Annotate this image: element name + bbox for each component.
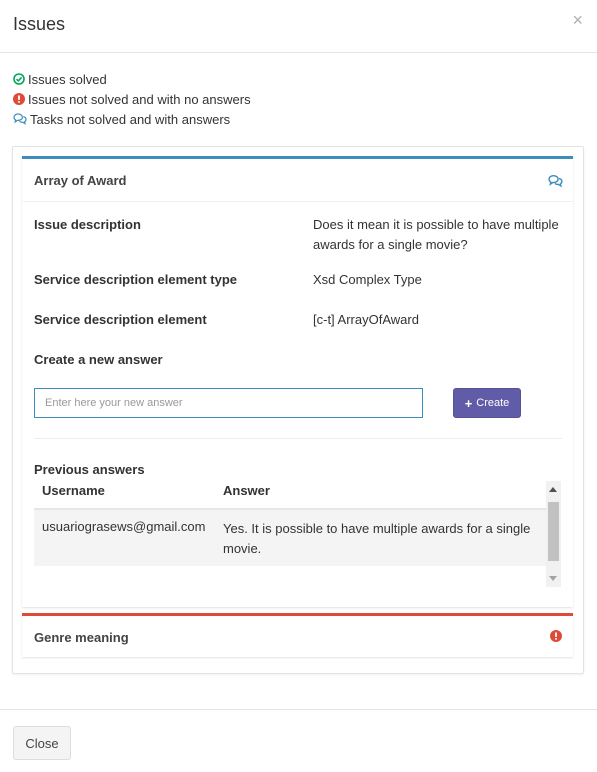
new-answer-label: Create a new answer <box>34 352 163 367</box>
comments-icon <box>548 174 563 188</box>
modal-title: Issues <box>13 14 66 34</box>
modal-header: Issues × <box>0 0 597 53</box>
answer-username: usuariograsews@gmail.com <box>42 519 206 534</box>
column-header-answer: Answer <box>223 483 270 498</box>
check-circle-icon <box>13 73 25 85</box>
create-button-label: Create <box>476 397 510 409</box>
scroll-down-arrow-icon[interactable] <box>549 576 557 581</box>
legend: Issues solved Issues not solved and with… <box>13 69 251 129</box>
legend-item-solved: Issues solved <box>13 69 251 89</box>
table-row: usuariograsews@gmail.com Yes. It is poss… <box>34 510 546 566</box>
legend-label: Issues solved <box>28 71 107 87</box>
legend-item-with-answers: Tasks not solved and with answers <box>13 109 251 129</box>
legend-item-no-answers: Issues not solved and with no answers <box>13 89 251 109</box>
element-type-label: Service description element type <box>34 272 238 287</box>
element-value: [c-t] ArrayOfAward <box>313 312 419 327</box>
modal-footer: Close <box>0 709 597 772</box>
comments-icon <box>13 113 27 125</box>
issue-box-array-of-award: Array of Award Issue description Does it… <box>22 156 573 607</box>
issue-description-label: Issue description <box>34 217 141 232</box>
divider <box>34 438 562 439</box>
legend-label: Tasks not solved and with answers <box>30 111 231 127</box>
new-answer-input[interactable] <box>34 388 423 418</box>
exclamation-circle-icon <box>13 93 25 105</box>
column-header-username: Username <box>42 483 105 498</box>
issue-box-genre-meaning: Genre meaning <box>22 613 573 657</box>
element-label: Service description element <box>34 312 207 327</box>
element-type-value: Xsd Complex Type <box>313 272 422 287</box>
exclamation-circle-icon <box>550 630 562 642</box>
issue-title: Array of Award <box>34 173 127 188</box>
close-button[interactable]: Close <box>13 726 71 760</box>
issue-box-header[interactable]: Array of Award <box>22 159 573 202</box>
answers-table: Username Answer usuariograsews@gmail.com… <box>34 481 561 587</box>
legend-label: Issues not solved and with no answers <box>28 91 251 107</box>
scroll-up-arrow-icon[interactable] <box>549 487 557 492</box>
issue-title: Genre meaning <box>34 630 129 645</box>
issue-box-header[interactable]: Genre meaning <box>22 616 573 659</box>
plus-icon: + <box>464 395 473 411</box>
create-answer-button[interactable]: + Create <box>453 388 521 418</box>
scrollbar-thumb[interactable] <box>548 502 559 561</box>
answers-scrollbar[interactable] <box>546 481 561 587</box>
previous-answers-title: Previous answers <box>34 462 145 477</box>
answer-text: Yes. It is possible to have multiple awa… <box>223 521 531 556</box>
close-icon[interactable]: × <box>572 11 583 29</box>
issue-description-value: Does it mean it is possible to have mult… <box>313 217 559 252</box>
